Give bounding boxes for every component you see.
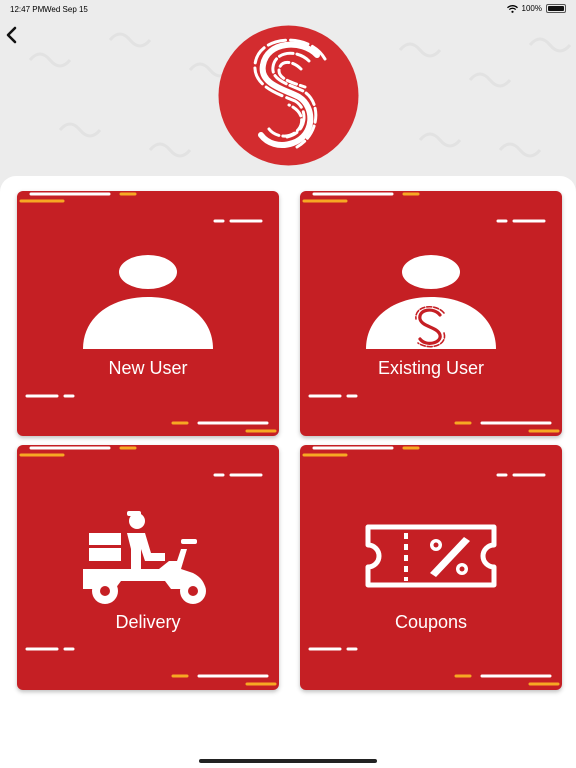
battery-icon [546, 4, 566, 13]
existing-user-card[interactable]: Existing User [300, 191, 562, 436]
fingerprint-s-logo [218, 25, 359, 166]
new-user-card[interactable]: New User [17, 191, 279, 436]
coupon-percent-icon [365, 524, 497, 588]
coupons-label: Coupons [394, 612, 468, 632]
status-time: 12:47 PM [10, 5, 45, 14]
home-indicator [199, 759, 377, 763]
status-bar: 12:47 PM Wed Sep 15 100% [0, 0, 576, 18]
chevron-left-icon[interactable] [4, 24, 20, 46]
user-fingerprint-icon [366, 255, 496, 349]
delivery-label: Delivery [115, 612, 181, 632]
status-date: Wed Sep 15 [44, 5, 88, 14]
status-right: 100% [506, 4, 566, 13]
delivery-scooter-icon [83, 511, 206, 604]
delivery-card[interactable]: Delivery [17, 445, 279, 690]
battery-percent: 100% [521, 4, 542, 13]
coupons-card[interactable]: Coupons [300, 445, 562, 690]
user-icon [83, 255, 213, 349]
new-user-label: New User [108, 358, 188, 378]
existing-user-label: Existing User [377, 358, 485, 378]
wifi-icon [506, 4, 518, 13]
